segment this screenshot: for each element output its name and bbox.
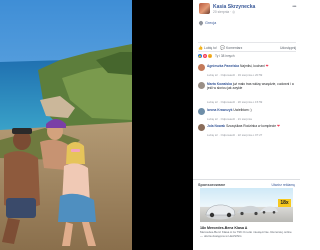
commenter-avatar[interactable] <box>198 108 205 115</box>
like-label: Lubię to! <box>203 45 217 50</box>
sponsored-header: Sponsorowane Utwórz reklamę <box>193 179 300 187</box>
commenter-avatar[interactable] <box>198 124 205 131</box>
ad-image[interactable]: 18x <box>200 188 293 222</box>
share-label: Udostępnij <box>279 45 296 50</box>
commenter-name[interactable]: Agnieszka Pawelska <box>207 64 239 68</box>
ad-badge: 18x <box>278 199 291 207</box>
globe-icon: · ◎ <box>230 10 235 14</box>
post-date[interactable]: 20 sierpnia · ◎ <box>213 10 235 14</box>
commenter-avatar[interactable] <box>198 82 205 89</box>
comment-button[interactable]: 💬 Komentarz <box>220 45 242 50</box>
heart-emoji-icon: ❤ <box>277 124 280 128</box>
comment-meta[interactable]: Lubię to! · Odpowiedz · 22 sierpnia o 07… <box>207 133 262 137</box>
post-actions: 👍 Lubię to! 💬 Komentarz Udostępnij <box>198 42 296 50</box>
comment-text: Szczęśliwa Rodzinka w komplecie <box>226 124 277 128</box>
love-reaction-icon: ♥ <box>203 54 207 58</box>
comment-text: Uwielbiam :) <box>233 108 252 112</box>
comment-meta[interactable]: Lubię to! · Odpowiedz · 20 sierpnia o 15… <box>207 100 262 104</box>
photo-scene <box>0 0 193 250</box>
ad-description: Mercedes-Benz Klasa A za 799 zł netto mi… <box>200 230 292 238</box>
location-name[interactable]: Grecja <box>205 21 216 25</box>
comment-body: Agnieszka Pawelska Najmilsi, kochani ❤ <box>207 64 295 68</box>
commenter-name[interactable]: Jola Nowak <box>207 124 225 128</box>
commenter-avatar[interactable] <box>198 64 205 71</box>
post-location[interactable]: Grecja <box>198 20 216 26</box>
share-button[interactable]: Udostępnij <box>280 46 296 50</box>
post-sidebar: Kasia Skrzynecka 20 sierpnia · ◎ ••• Gre… <box>193 0 300 250</box>
comment-body: Jola Nowak Szczęśliwa Rodzinka w komplec… <box>207 124 295 128</box>
create-ad-link[interactable]: Utwórz reklamę <box>271 183 295 187</box>
location-pin-icon <box>198 20 204 26</box>
like-reaction-icon: 👍 <box>198 54 202 58</box>
thumbs-up-icon: 👍 <box>198 45 203 50</box>
wow-reaction-icon: • <box>208 54 212 58</box>
post-date-text[interactable]: 20 sierpnia <box>213 10 229 14</box>
commenter-name[interactable]: Iwona Krawczyk <box>207 108 232 112</box>
comment-text: Najmilsi, kochani <box>240 64 265 68</box>
more-options-icon[interactable]: ••• <box>292 4 296 10</box>
post-photo[interactable] <box>0 0 193 250</box>
comment-icon: 💬 <box>220 45 225 50</box>
reactions-count[interactable]: Ty i 38 innych <box>215 54 235 58</box>
comment-body: Iwona Krawczyk Uwielbiam :) <box>207 108 295 112</box>
reactions-summary[interactable]: 👍 ♥ • Ty i 38 innych <box>198 51 296 58</box>
sponsored-label: Sponsorowane <box>198 183 226 187</box>
like-button[interactable]: 👍 Lubię to! <box>198 45 217 50</box>
comment-body: Marta Kowalska już mało tras widzę wszęd… <box>207 82 295 91</box>
comment-label: Komentarz <box>225 45 243 50</box>
comment-meta[interactable]: Lubię to! · Odpowiedz · 21 sierpnia <box>207 117 252 121</box>
heart-emoji-icon: ❤ <box>265 64 269 68</box>
comment-meta[interactable]: Lubię to! · Odpowiedz · 19 sierpnia o 20… <box>207 73 262 77</box>
author-avatar[interactable] <box>199 3 210 14</box>
